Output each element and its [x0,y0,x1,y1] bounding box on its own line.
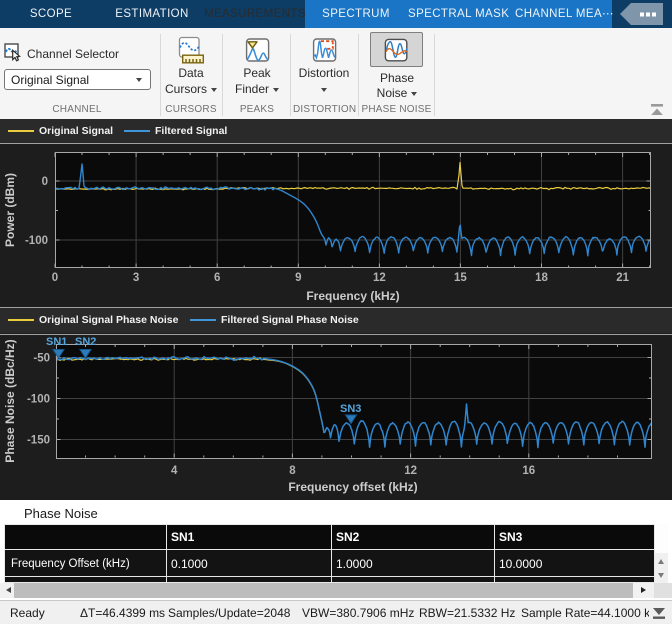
svg-text:Power (dBm): Power (dBm) [3,173,17,247]
svg-text:4: 4 [171,465,178,477]
svg-text:16: 16 [522,465,535,477]
svg-text:8: 8 [289,465,296,477]
svg-text:0: 0 [42,176,48,188]
svg-text:12: 12 [404,465,417,477]
svg-text:9: 9 [295,272,301,284]
svg-text:-50: -50 [33,353,50,365]
svg-text:-100: -100 [27,394,50,406]
svg-text:21: 21 [616,272,629,284]
svg-text:0: 0 [52,272,58,284]
svg-text:-100: -100 [25,235,48,247]
svg-text:SN2: SN2 [75,336,96,348]
svg-text:Phase Noise (dBc/Hz): Phase Noise (dBc/Hz) [3,339,17,462]
svg-text:SN1: SN1 [46,336,67,348]
svg-text:15: 15 [454,272,467,284]
svg-text:12: 12 [373,272,386,284]
svg-text:Frequency (kHz): Frequency (kHz) [306,289,399,303]
svg-text:SN3: SN3 [340,403,361,415]
svg-text:18: 18 [535,272,548,284]
svg-text:6: 6 [214,272,220,284]
svg-text:3: 3 [133,272,139,284]
svg-text:Frequency offset (kHz): Frequency offset (kHz) [288,480,417,494]
svg-text:-150: -150 [27,435,50,447]
